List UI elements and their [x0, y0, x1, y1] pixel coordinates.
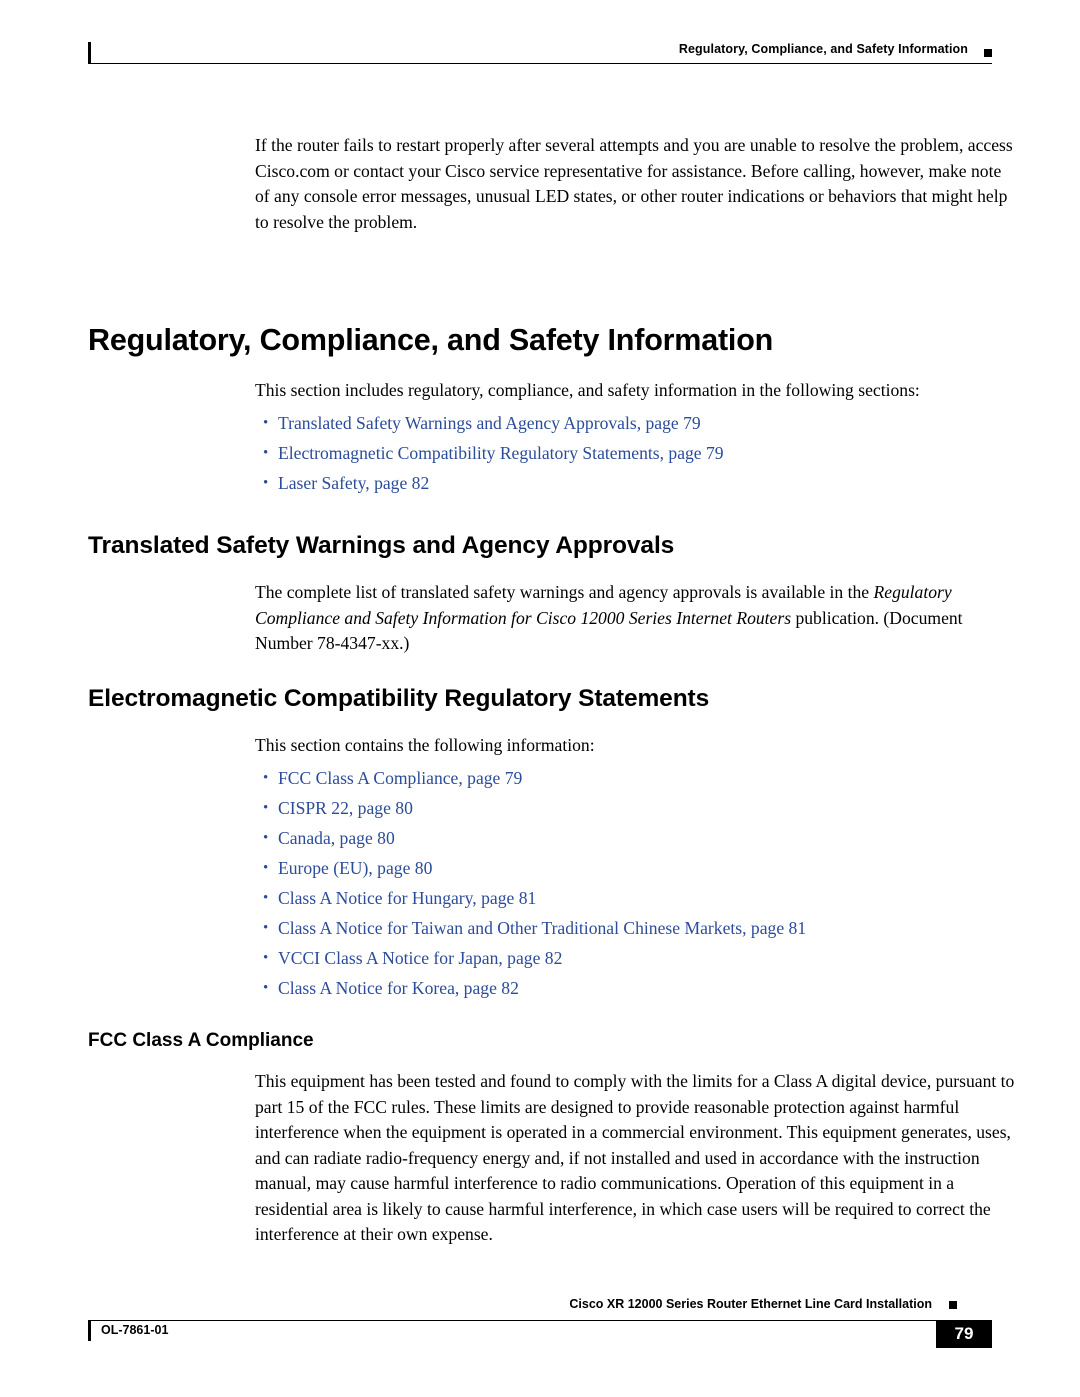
list-item[interactable]: • Translated Safety Warnings and Agency A…	[255, 408, 1018, 438]
bullet-icon: •	[263, 980, 269, 996]
list-item[interactable]: • CISPR 22, page 80	[255, 793, 1018, 823]
section-fcc-paragraph-block: This equipment has been tested and found…	[255, 1069, 1018, 1248]
list-item[interactable]: • Class A Notice for Hungary, page 81	[255, 883, 1018, 913]
document-page: Regulatory, Compliance, and Safety Infor…	[0, 0, 1080, 1397]
section-emc-intro-block: This section contains the following info…	[255, 733, 1018, 759]
xref-link[interactable]: Class A Notice for Taiwan and Other Trad…	[278, 918, 806, 938]
header-square-marker	[984, 49, 992, 57]
translated-para-part1: The complete list of translated safety w…	[255, 582, 874, 602]
section-emc-intro: This section contains the following info…	[255, 735, 595, 755]
bullet-icon: •	[263, 770, 269, 786]
section-emc-links: • FCC Class A Compliance, page 79 • CISPR …	[255, 763, 1018, 1003]
footer-title: Cisco XR 12000 Series Router Ethernet Li…	[569, 1297, 932, 1311]
heading-electromagnetic-compatibility: Electromagnetic Compatibility Regulatory…	[88, 685, 710, 712]
bullet-icon: •	[263, 950, 269, 966]
section-main-links: • Translated Safety Warnings and Agency A…	[255, 408, 1018, 498]
xref-link[interactable]: Electromagnetic Compatibility Regulatory…	[278, 443, 724, 463]
bullet-icon: •	[263, 890, 269, 906]
bullet-icon: •	[263, 445, 269, 461]
bullet-icon: •	[263, 860, 269, 876]
section-fcc-paragraph: This equipment has been tested and found…	[255, 1071, 1015, 1244]
heading-regulatory-compliance-safety: Regulatory, Compliance, and Safety Infor…	[88, 323, 774, 357]
xref-link[interactable]: CISPR 22, page 80	[278, 798, 413, 818]
list-item[interactable]: • Europe (EU), page 80	[255, 853, 1018, 883]
section-translated-paragraph: The complete list of translated safety w…	[255, 580, 1018, 657]
page-number-badge: 79	[936, 1320, 992, 1348]
xref-link[interactable]: VCCI Class A Notice for Japan, page 82	[278, 948, 562, 968]
header-title: Regulatory, Compliance, and Safety Infor…	[678, 42, 968, 56]
xref-link[interactable]: Laser Safety, page 82	[278, 473, 429, 493]
footer-rule	[88, 1320, 992, 1321]
header-rule	[88, 63, 992, 64]
intro-paragraph-block: If the router fails to restart properly …	[255, 133, 1018, 235]
section-translated-paragraph-block: The complete list of translated safety w…	[255, 580, 1018, 657]
bullet-icon: •	[263, 800, 269, 816]
xref-link[interactable]: FCC Class A Compliance, page 79	[278, 768, 522, 788]
intro-paragraph: If the router fails to restart properly …	[255, 135, 1013, 232]
page-header: Regulatory, Compliance, and Safety Infor…	[88, 42, 992, 70]
bullet-icon: •	[263, 830, 269, 846]
list-item[interactable]: • VCCI Class A Notice for Japan, page 82	[255, 943, 1018, 973]
heading-translated-safety-warnings: Translated Safety Warnings and Agency Ap…	[88, 532, 675, 559]
list-item[interactable]: • FCC Class A Compliance, page 79	[255, 763, 1018, 793]
section-main-intro-block: This section includes regulatory, compli…	[255, 378, 1018, 404]
page-footer: Cisco XR 12000 Series Router Ethernet Li…	[88, 1297, 992, 1359]
list-item[interactable]: • Electromagnetic Compatibility Regulator…	[255, 438, 1018, 468]
bullet-icon: •	[263, 475, 269, 491]
list-item[interactable]: • Laser Safety, page 82	[255, 468, 1018, 498]
xref-link[interactable]: Class A Notice for Hungary, page 81	[278, 888, 536, 908]
footer-left-tick	[88, 1320, 91, 1341]
heading-fcc-class-a-compliance: FCC Class A Compliance	[88, 1030, 314, 1051]
xref-link[interactable]: Europe (EU), page 80	[278, 858, 432, 878]
list-item[interactable]: • Class A Notice for Taiwan and Other Tra…	[255, 913, 1018, 943]
bullet-icon: •	[263, 920, 269, 936]
section-main-intro: This section includes regulatory, compli…	[255, 380, 920, 400]
xref-link[interactable]: Class A Notice for Korea, page 82	[278, 978, 519, 998]
footer-document-id: OL-7861-01	[101, 1323, 169, 1337]
list-item[interactable]: • Canada, page 80	[255, 823, 1018, 853]
bullet-icon: •	[263, 415, 269, 431]
xref-link[interactable]: Canada, page 80	[278, 828, 395, 848]
footer-square-marker	[949, 1301, 957, 1309]
list-item[interactable]: • Class A Notice for Korea, page 82	[255, 973, 1018, 1003]
header-left-tick	[88, 42, 91, 63]
xref-link[interactable]: Translated Safety Warnings and Agency Ap…	[278, 413, 701, 433]
